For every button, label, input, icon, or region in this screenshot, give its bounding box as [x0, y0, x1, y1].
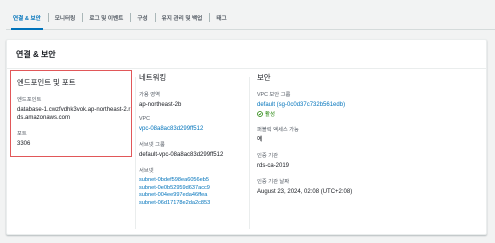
endpoint-label: 엔드포인트: [17, 97, 42, 103]
subnet-link[interactable]: subnet-0bdef598ea6056eb5: [139, 177, 245, 185]
endpoint-field: 엔드포인트 database-1.cwzfvdhk3vok.ap-northea…: [17, 95, 131, 122]
vpc-field: VPC vpc-08a8ac83d299ff512: [139, 116, 245, 133]
tab-maintenance-backup[interactable]: 유지 관리 및 백업: [154, 6, 210, 29]
subnet-link[interactable]: subnet-0e0b52959d637acc9: [139, 185, 245, 193]
ca-label: 인증 기관: [257, 153, 278, 159]
subnet-group-value: default-vpc-08a8ac83d299ff512: [139, 152, 224, 158]
subnet-group-field: 서브넷 그룹 default-vpc-08a8ac83d299ff512: [139, 140, 245, 159]
connectivity-security-panel: 연결 & 보안 엔드포인트 및 포트 엔드포인트 database-1.cwzf…: [6, 39, 487, 235]
security-section: 보안 VPC 보안 그룹 default (sg-0c0d37c732b561e…: [251, 70, 481, 203]
subnets-field: 서브넷 subnet-0bdef598ea6056eb5 subnet-0e0b…: [139, 166, 245, 207]
subnet-group-label: 서브넷 그룹: [139, 142, 165, 148]
tab-connectivity-security[interactable]: 연결 & 보안: [6, 6, 48, 30]
security-group-label: VPC 보안 그룹: [257, 92, 291, 98]
subnet-link[interactable]: subnet-004ee997eda46ffea: [139, 192, 245, 200]
tab-tags[interactable]: 태그: [209, 6, 233, 29]
endpoint-port-title: 엔드포인트 및 포트: [17, 78, 76, 87]
subnets-label: 서브넷: [139, 168, 154, 174]
ca-value: rds-ca-2019: [257, 163, 290, 169]
tab-monitoring[interactable]: 모니터링: [47, 6, 83, 29]
status-text: 활성: [265, 112, 275, 118]
endpoint-port-section: 엔드포인트 및 포트 엔드포인트 database-1.cwzfvdhk3vok…: [10, 70, 132, 157]
tab-configuration[interactable]: 구성: [130, 6, 154, 29]
endpoint-value[interactable]: database-1.cwzfvdhk3vok.ap-northeast-2.r…: [17, 106, 131, 122]
column-divider: [135, 77, 136, 229]
column-divider: [249, 77, 250, 229]
check-circle-icon: [257, 111, 263, 117]
az-value: ap-northeast-2b: [139, 102, 182, 108]
ca-field: 인증 기관 rds-ca-2019: [257, 151, 481, 170]
ca-expiry-label: 인증 기관 날짜: [257, 179, 290, 185]
panel-title: 연결 & 보안: [16, 49, 56, 59]
public-access-label: 퍼블릭 액세스 가능: [257, 127, 299, 133]
networking-section: 네트워킹 가용 영역 ap-northeast-2b VPC vpc-08a8a…: [137, 70, 245, 214]
vpc-link[interactable]: vpc-08a8ac83d299ff512: [139, 125, 245, 133]
status-badge: 활성: [257, 110, 481, 118]
port-value: 3306: [17, 141, 31, 147]
subnet-link[interactable]: subnet-06d17178e2da2c853: [139, 200, 245, 208]
public-access-field: 퍼블릭 액세스 가능 예: [257, 125, 481, 144]
security-group-link[interactable]: default (sg-0c0d37c732b561edb): [257, 101, 481, 109]
ca-expiry-value: August 23, 2024, 02:08 (UTC+2:08): [257, 189, 353, 195]
tab-bar: 연결 & 보안 모니터링 로그 및 이벤트 구성 유지 관리 및 백업 태그: [6, 6, 495, 30]
ca-expiry-field: 인증 기관 날짜 August 23, 2024, 02:08 (UTC+2:0…: [257, 177, 481, 196]
az-field: 가용 영역 ap-northeast-2b: [139, 90, 245, 109]
public-access-value: 예: [257, 137, 263, 143]
port-field: 포트 3306: [17, 129, 131, 148]
security-group-field: VPC 보안 그룹 default (sg-0c0d37c732b561edb)…: [257, 90, 481, 118]
port-label: 포트: [17, 131, 27, 137]
security-title: 보안: [257, 73, 271, 82]
tab-logs-events[interactable]: 로그 및 이벤트: [82, 6, 130, 29]
vpc-label: VPC: [139, 116, 150, 122]
networking-title: 네트워킹: [139, 73, 167, 82]
panel-header: 연결 & 보안: [7, 40, 486, 69]
az-label: 가용 영역: [139, 92, 160, 98]
